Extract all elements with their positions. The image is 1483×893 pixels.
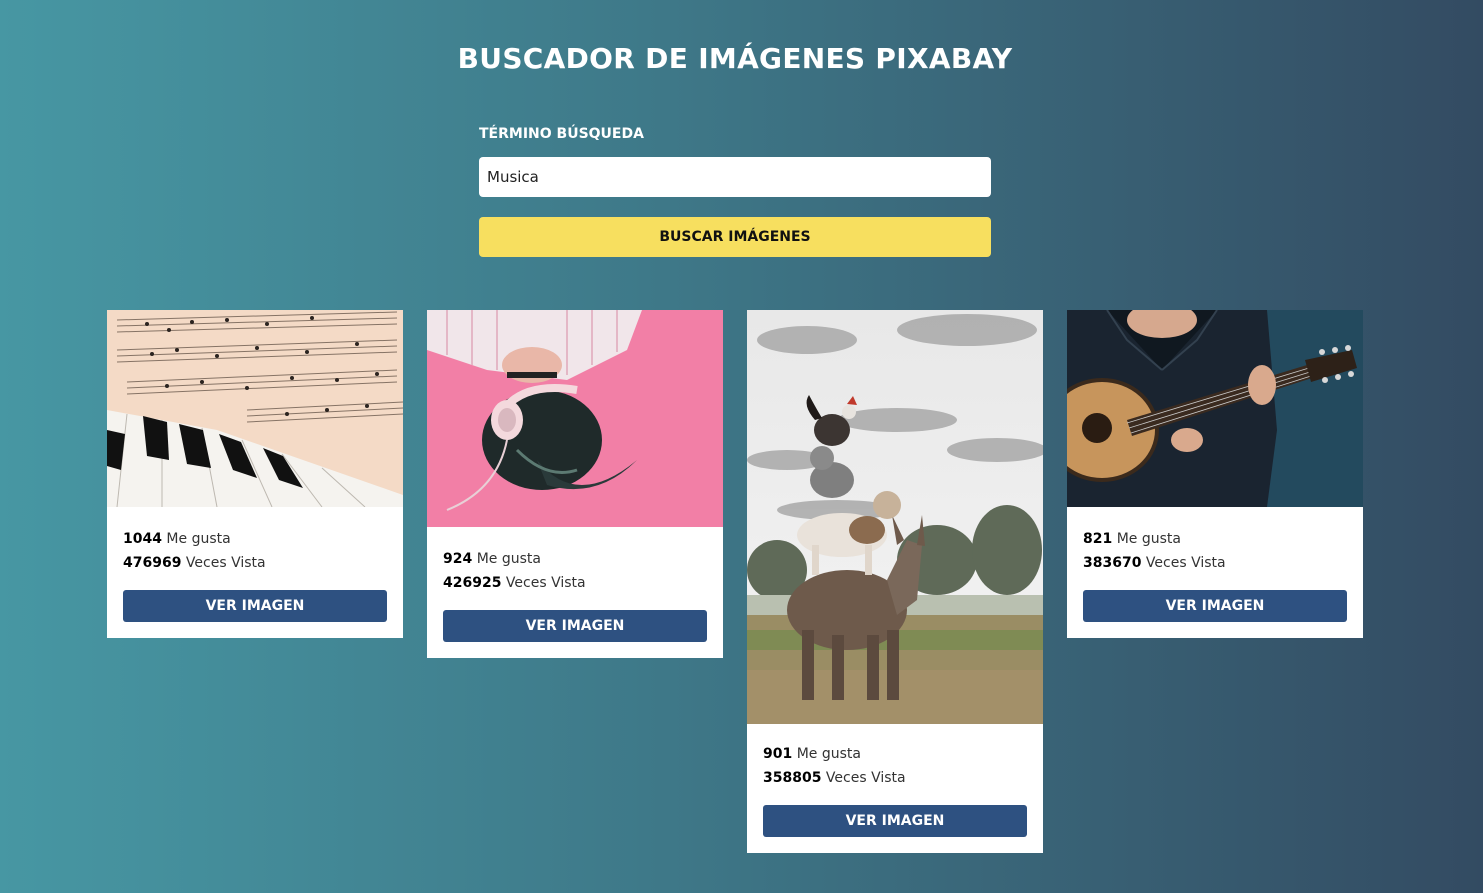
- bremen-town-musicians-image: [747, 310, 1043, 724]
- views-label: Veces Vista: [505, 575, 586, 591]
- likes-count: 901: [763, 746, 793, 762]
- result-card: 821 Me gusta 383670 Veces Vista VER IMAG…: [1067, 310, 1363, 638]
- search-form: TÉRMINO BÚSQUEDA BUSCAR IMÁGENES: [479, 124, 991, 257]
- likes-label: Me gusta: [166, 531, 231, 547]
- view-image-button[interactable]: VER IMAGEN: [123, 590, 387, 622]
- likes-count: 1044: [123, 531, 162, 547]
- card-body: 1044 Me gusta 476969 Veces Vista VER IMA…: [107, 507, 403, 638]
- search-label: TÉRMINO BÚSQUEDA: [479, 126, 644, 142]
- result-card: 1044 Me gusta 476969 Veces Vista VER IMA…: [107, 310, 403, 638]
- views-stat: 476969 Veces Vista: [123, 551, 387, 575]
- views-count: 426925: [443, 575, 502, 591]
- likes-stat: 901 Me gusta: [763, 742, 1027, 766]
- views-count: 476969: [123, 555, 182, 571]
- result-card: 901 Me gusta 358805 Veces Vista VER IMAG…: [747, 310, 1043, 853]
- views-stat: 358805 Veces Vista: [763, 766, 1027, 790]
- likes-label: Me gusta: [796, 746, 861, 762]
- view-image-button[interactable]: VER IMAGEN: [1083, 590, 1347, 622]
- likes-label: Me gusta: [476, 551, 541, 567]
- search-button[interactable]: BUSCAR IMÁGENES: [479, 217, 991, 257]
- likes-stat: 821 Me gusta: [1083, 527, 1347, 551]
- guitar-player-image: [1067, 310, 1363, 507]
- likes-label: Me gusta: [1116, 531, 1181, 547]
- view-image-button[interactable]: VER IMAGEN: [443, 610, 707, 642]
- search-input[interactable]: [479, 157, 991, 197]
- piano-sheet-music-image: [107, 310, 403, 507]
- page-title: BUSCADOR DE IMÁGENES PIXABAY: [457, 42, 1013, 75]
- likes-stat: 924 Me gusta: [443, 547, 707, 571]
- views-label: Veces Vista: [185, 555, 266, 571]
- views-count: 358805: [763, 770, 822, 786]
- likes-count: 821: [1083, 531, 1113, 547]
- card-body: 901 Me gusta 358805 Veces Vista VER IMAG…: [747, 724, 1043, 853]
- card-body: 821 Me gusta 383670 Veces Vista VER IMAG…: [1067, 507, 1363, 638]
- likes-count: 924: [443, 551, 473, 567]
- woman-headphones-image: [427, 310, 723, 527]
- views-count: 383670: [1083, 555, 1142, 571]
- views-label: Veces Vista: [825, 770, 906, 786]
- views-stat: 383670 Veces Vista: [1083, 551, 1347, 575]
- result-card: 924 Me gusta 426925 Veces Vista VER IMAG…: [427, 310, 723, 658]
- card-body: 924 Me gusta 426925 Veces Vista VER IMAG…: [427, 527, 723, 658]
- views-label: Veces Vista: [1145, 555, 1226, 571]
- views-stat: 426925 Veces Vista: [443, 571, 707, 595]
- view-image-button[interactable]: VER IMAGEN: [763, 805, 1027, 837]
- likes-stat: 1044 Me gusta: [123, 527, 387, 551]
